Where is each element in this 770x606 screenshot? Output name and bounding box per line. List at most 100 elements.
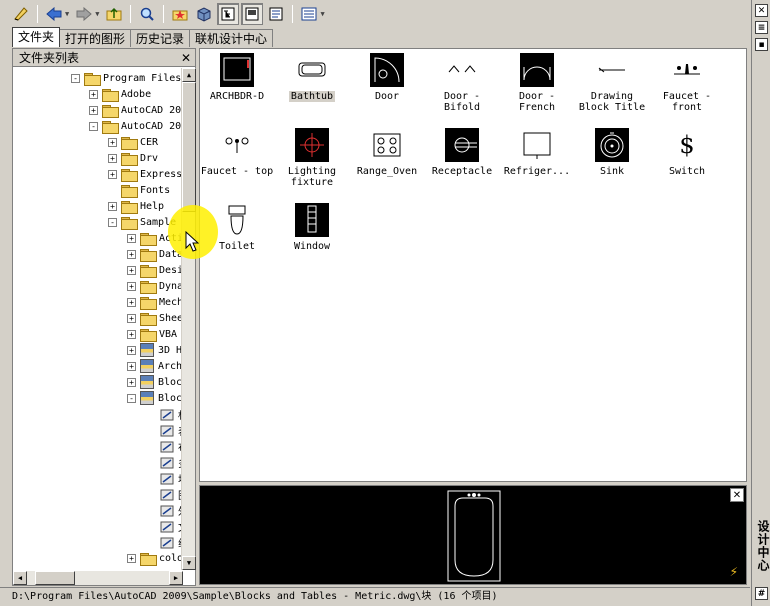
tree-horizontal-scrollbar[interactable]: ◀ ▶ bbox=[13, 571, 183, 585]
up-folder-icon[interactable] bbox=[103, 3, 125, 25]
scroll-thumb[interactable] bbox=[35, 571, 75, 585]
tree-item-label: Drv bbox=[140, 152, 159, 164]
tree-item[interactable]: 外 bbox=[146, 502, 183, 518]
close-preview-icon[interactable]: ✕ bbox=[730, 488, 744, 502]
block-item[interactable]: Refriger... bbox=[500, 128, 574, 177]
block-item[interactable]: Door - Bifold bbox=[425, 53, 499, 113]
tree-item[interactable]: + Drv bbox=[108, 150, 158, 166]
tree-item[interactable]: + Shee bbox=[127, 310, 183, 326]
tree-item[interactable]: + colo bbox=[127, 550, 183, 566]
block-item[interactable]: Faucet - front bbox=[650, 53, 724, 113]
block-item[interactable]: $ Switch bbox=[650, 128, 724, 177]
expand-icon[interactable]: + bbox=[127, 313, 136, 323]
tree-view-icon[interactable] bbox=[217, 3, 240, 25]
tree-item[interactable]: + Dyna bbox=[127, 278, 183, 294]
tree-item[interactable]: 标 bbox=[146, 406, 183, 422]
scroll-left-icon[interactable]: ◀ bbox=[13, 571, 27, 585]
tree-item[interactable]: 图 bbox=[146, 486, 183, 502]
tab-folders[interactable]: 文件夹 bbox=[12, 27, 61, 47]
tree-item[interactable]: 布 bbox=[146, 438, 183, 454]
scroll-thumb[interactable] bbox=[182, 82, 196, 212]
description-icon[interactable] bbox=[265, 3, 287, 25]
auto-hide-icon[interactable]: ≡ bbox=[755, 21, 768, 34]
block-item[interactable]: ARCHBDR-D bbox=[200, 53, 274, 102]
expand-icon[interactable]: + bbox=[127, 553, 136, 563]
block-item[interactable]: Drawing Block Title bbox=[575, 53, 649, 113]
block-item[interactable]: Sink bbox=[575, 128, 649, 177]
tab-history[interactable]: 历史记录 bbox=[130, 29, 191, 47]
expand-icon[interactable]: + bbox=[127, 329, 136, 339]
block-item[interactable]: Door bbox=[350, 53, 424, 102]
tree-item[interactable]: + Adobe bbox=[89, 86, 151, 102]
block-label: Lighting fixture bbox=[287, 166, 337, 188]
tree-vertical-scrollbar[interactable]: ▲ ▼ bbox=[181, 68, 196, 570]
block-item[interactable]: Lighting fixture bbox=[275, 128, 349, 188]
block-item[interactable]: Window bbox=[275, 203, 349, 252]
tree-item[interactable]: Fonts bbox=[108, 182, 170, 198]
expand-icon[interactable]: + bbox=[127, 249, 136, 259]
tree-item[interactable]: 块 bbox=[146, 470, 183, 486]
expand-icon[interactable]: + bbox=[127, 265, 136, 275]
expand-icon[interactable]: + bbox=[127, 361, 136, 371]
search-icon[interactable] bbox=[136, 3, 158, 25]
tree-item[interactable]: - Program Files bbox=[71, 70, 181, 86]
preview-icon[interactable] bbox=[241, 3, 264, 25]
expand-icon[interactable]: + bbox=[108, 153, 117, 163]
favorites-icon[interactable] bbox=[169, 3, 191, 25]
tree-item[interactable]: 表 bbox=[146, 422, 183, 438]
forward-icon[interactable] bbox=[73, 3, 95, 25]
tree-item[interactable]: + CER bbox=[108, 134, 158, 150]
tree-item[interactable]: +3D H bbox=[127, 342, 182, 358]
forward-dropdown-icon[interactable]: ▼ bbox=[95, 10, 99, 18]
views-icon[interactable] bbox=[298, 3, 320, 25]
scroll-up-icon[interactable]: ▲ bbox=[182, 68, 196, 82]
block-item[interactable]: Bathtub bbox=[275, 53, 349, 102]
properties-icon[interactable]: ▪ bbox=[755, 38, 768, 51]
expand-icon[interactable]: + bbox=[108, 169, 117, 179]
block-item[interactable]: Receptacle bbox=[425, 128, 499, 177]
collapse-icon[interactable]: - bbox=[127, 393, 136, 403]
back-dropdown-icon[interactable]: ▼ bbox=[65, 10, 69, 18]
tree-item[interactable]: + Express bbox=[108, 166, 182, 182]
collapse-icon[interactable]: - bbox=[89, 121, 98, 131]
expand-icon[interactable]: + bbox=[127, 377, 136, 387]
tree-item[interactable]: 文 bbox=[146, 518, 183, 534]
tree-item[interactable]: + Arch bbox=[127, 358, 182, 374]
tree-item[interactable]: - Sample bbox=[108, 214, 176, 230]
tree-item[interactable]: + VBA bbox=[127, 326, 177, 342]
views-dropdown-icon[interactable]: ▼ bbox=[320, 10, 324, 18]
tree-toggle-icon[interactable] bbox=[10, 3, 32, 25]
expand-icon[interactable]: + bbox=[89, 89, 98, 99]
expand-icon[interactable]: + bbox=[108, 201, 117, 211]
expand-icon[interactable]: + bbox=[127, 233, 136, 243]
scroll-right-icon[interactable]: ▶ bbox=[169, 571, 183, 585]
close-icon[interactable]: ✕ bbox=[755, 4, 768, 17]
close-icon[interactable]: ✕ bbox=[181, 52, 191, 64]
back-icon[interactable] bbox=[43, 3, 65, 25]
tab-online-design-center[interactable]: 联机设计中心 bbox=[189, 29, 274, 47]
tree-item[interactable]: + Block bbox=[127, 374, 183, 390]
toolbar-separator bbox=[163, 5, 165, 23]
tree-item[interactable]: - AutoCAD 200 bbox=[89, 118, 183, 134]
tree-item[interactable]: 多 bbox=[146, 454, 183, 470]
tree-item[interactable]: + Desi bbox=[127, 262, 183, 278]
tree-item[interactable]: 线 bbox=[146, 534, 183, 550]
tab-open-drawings[interactable]: 打开的图形 bbox=[59, 29, 132, 47]
expand-icon[interactable]: + bbox=[108, 137, 117, 147]
block-item[interactable]: Door - French bbox=[500, 53, 574, 113]
expand-icon[interactable]: + bbox=[127, 281, 136, 291]
tree-item[interactable]: - Block bbox=[127, 390, 183, 406]
load-icon[interactable] bbox=[193, 3, 215, 25]
collapse-icon[interactable]: - bbox=[108, 217, 117, 227]
block-item[interactable]: Range_Oven bbox=[350, 128, 424, 177]
expand-icon[interactable]: + bbox=[127, 345, 136, 355]
grid-icon[interactable]: # bbox=[755, 587, 768, 600]
tree-item[interactable]: + Help bbox=[108, 198, 164, 214]
block-item[interactable]: Faucet - top bbox=[200, 128, 274, 177]
tree-item[interactable]: + Mech bbox=[127, 294, 183, 310]
expand-icon[interactable]: + bbox=[127, 297, 136, 307]
collapse-icon[interactable]: - bbox=[71, 73, 80, 83]
tree-item[interactable]: + AutoCAD 200 bbox=[89, 102, 183, 118]
scroll-down-icon[interactable]: ▼ bbox=[182, 556, 196, 570]
expand-icon[interactable]: + bbox=[89, 105, 98, 115]
